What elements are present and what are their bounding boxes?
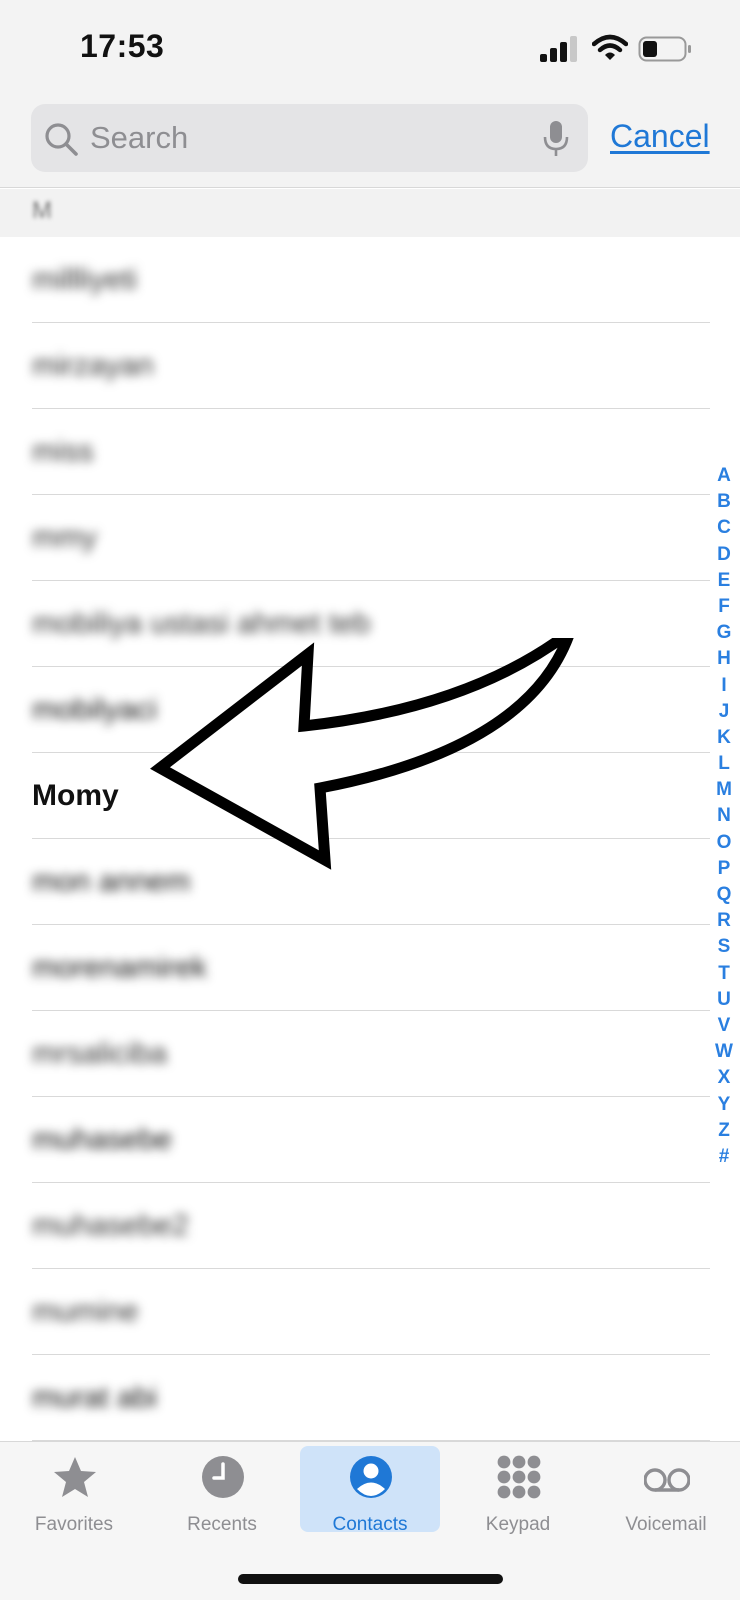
- cellular-signal-icon: [540, 36, 577, 62]
- contact-row[interactable]: muhasebe: [32, 1097, 710, 1183]
- index-letter[interactable]: Z: [712, 1118, 736, 1144]
- index-letter[interactable]: U: [712, 987, 736, 1013]
- index-letter[interactable]: #: [712, 1144, 736, 1170]
- index-letter[interactable]: K: [712, 725, 736, 751]
- contact-name: murat abi: [32, 1381, 158, 1414]
- contact-name: muhasebe2: [32, 1209, 189, 1242]
- index-letter[interactable]: A: [712, 463, 736, 489]
- index-letter[interactable]: Y: [712, 1092, 736, 1118]
- index-letter[interactable]: I: [712, 673, 736, 699]
- contact-row[interactable]: millliyeti: [32, 237, 710, 323]
- contact-name: morenamirek: [32, 951, 208, 984]
- battery-icon: [638, 36, 691, 62]
- contact-row[interactable]: mumine: [32, 1269, 710, 1355]
- cancel-button[interactable]: Cancel: [610, 118, 710, 155]
- index-letter[interactable]: H: [712, 646, 736, 672]
- index-letter[interactable]: T: [712, 961, 736, 987]
- contact-name: muhasebe: [32, 1123, 173, 1156]
- contact-row[interactable]: muhasebe2: [32, 1183, 710, 1269]
- tab-label: Favorites: [34, 1514, 114, 1535]
- contact-name: mobiliya ustasi ahmet teb: [32, 607, 371, 640]
- star-icon: [54, 1457, 96, 1497]
- index-letter[interactable]: P: [712, 856, 736, 882]
- contact-name: mirzayan: [32, 349, 154, 382]
- index-letter[interactable]: M: [712, 777, 736, 803]
- section-header: M: [0, 189, 740, 237]
- contact-row[interactable]: mirzayan: [32, 323, 710, 409]
- index-letter[interactable]: S: [712, 934, 736, 960]
- voicemail-icon: [644, 1468, 690, 1492]
- status-time: 17:53: [80, 28, 165, 64]
- index-letter[interactable]: D: [712, 542, 736, 568]
- index-letter[interactable]: E: [712, 568, 736, 594]
- person-circle-icon: [350, 1456, 392, 1498]
- alphabet-index[interactable]: A B C D E F G H I J K L M N O P Q R S T U V W X Y Z #: [712, 463, 736, 1170]
- search-icon: [45, 123, 78, 156]
- contact-name: mobilyaci: [32, 693, 158, 726]
- contact-row[interactable]: mrsaliciba: [32, 1011, 710, 1097]
- index-letter[interactable]: F: [712, 594, 736, 620]
- tab-favorites[interactable]: Favorites: [4, 1446, 144, 1535]
- index-letter[interactable]: O: [712, 830, 736, 856]
- tab-label: Keypad: [485, 1514, 551, 1535]
- curved-arrow-annotation: [150, 638, 574, 870]
- tab-recents[interactable]: Recents: [152, 1446, 292, 1535]
- index-letter[interactable]: V: [712, 1013, 736, 1039]
- index-letter[interactable]: R: [712, 908, 736, 934]
- index-letter[interactable]: B: [712, 489, 736, 515]
- tab-contacts[interactable]: Contacts: [300, 1446, 440, 1535]
- index-letter[interactable]: N: [712, 803, 736, 829]
- index-letter[interactable]: L: [712, 751, 736, 777]
- keypad-icon: [497, 1455, 541, 1499]
- tab-label: Contacts: [332, 1514, 408, 1535]
- contact-row[interactable]: murat abi: [32, 1355, 710, 1441]
- index-letter[interactable]: Q: [712, 882, 736, 908]
- index-letter[interactable]: X: [712, 1065, 736, 1091]
- index-letter[interactable]: W: [712, 1039, 736, 1065]
- index-letter[interactable]: C: [712, 515, 736, 541]
- contact-name: mrsaliciba: [32, 1037, 168, 1070]
- contact-name: millliyeti: [32, 263, 137, 296]
- tab-keypad[interactable]: Keypad: [448, 1446, 588, 1535]
- home-indicator: [238, 1574, 503, 1584]
- contact-name: mumine: [32, 1295, 139, 1328]
- tab-voicemail[interactable]: Voicemail: [596, 1446, 736, 1535]
- tab-label: Voicemail: [625, 1514, 707, 1535]
- contact-row[interactable]: morenamirek: [32, 925, 710, 1011]
- tab-label: Recents: [187, 1514, 257, 1535]
- contact-name: miss: [32, 435, 94, 468]
- wifi-icon: [592, 34, 628, 60]
- contact-row[interactable]: mmy: [32, 495, 710, 581]
- contact-name: Momy: [32, 779, 119, 812]
- contact-name: mmy: [32, 521, 97, 554]
- clock-icon: [202, 1456, 244, 1498]
- search-input[interactable]: [90, 116, 510, 160]
- contact-row[interactable]: miss: [32, 409, 710, 495]
- microphone-icon[interactable]: [543, 120, 569, 158]
- index-letter[interactable]: G: [712, 620, 736, 646]
- index-letter[interactable]: J: [712, 699, 736, 725]
- section-letter: M: [32, 197, 52, 224]
